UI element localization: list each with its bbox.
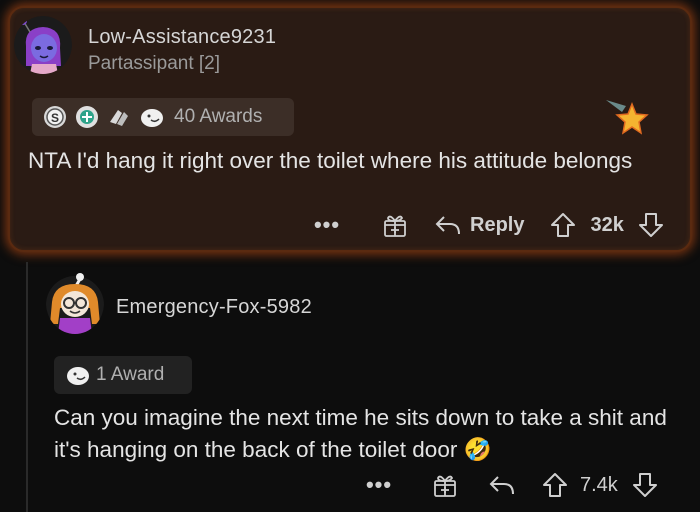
- laughing-award-icon: [64, 362, 90, 388]
- svg-text:S: S: [51, 111, 59, 125]
- user-flair: Partassipant [2]: [88, 53, 221, 74]
- wholesome-award-icon: [106, 104, 132, 130]
- comment-actions: ••• Reply 32k: [312, 212, 664, 238]
- comment-actions: ••• 7.4k: [364, 472, 658, 498]
- user-avatar[interactable]: [14, 16, 72, 74]
- downvote-arrow-icon[interactable]: [632, 472, 658, 498]
- awards-bar[interactable]: S 40 Awards: [32, 98, 294, 136]
- vote-score: 32k: [590, 213, 624, 236]
- reply-arrow-icon[interactable]: [488, 474, 516, 496]
- ellipsis-icon[interactable]: •••: [364, 474, 394, 496]
- downvote-arrow-icon[interactable]: [638, 212, 664, 238]
- awards-bar[interactable]: 1 Award: [54, 356, 192, 394]
- helpful-award-icon: [74, 104, 100, 130]
- comment-author[interactable]: Low-Assistance9231: [88, 26, 276, 49]
- top-commenter-star-icon: [604, 98, 650, 138]
- gift-icon[interactable]: [432, 472, 458, 498]
- upvote-arrow-icon[interactable]: [550, 212, 576, 238]
- reply-arrow-icon[interactable]: [434, 214, 462, 236]
- silver-award-icon: S: [42, 104, 68, 130]
- awards-count: 1 Award: [96, 364, 165, 385]
- user-avatar[interactable]: [46, 272, 104, 334]
- upvote-arrow-icon[interactable]: [542, 472, 568, 498]
- comment-body: NTA I'd hang it right over the toilet wh…: [28, 148, 633, 173]
- reply-button[interactable]: Reply: [470, 214, 524, 237]
- laughing-award-icon: [138, 104, 164, 130]
- comment-body: Can you imagine the next time he sits do…: [54, 405, 667, 462]
- vote-score: 7.4k: [580, 473, 618, 496]
- gift-icon[interactable]: [382, 212, 408, 238]
- comment-author[interactable]: Emergency-Fox-5982: [116, 296, 312, 319]
- thread-line[interactable]: [26, 262, 28, 512]
- awards-count: 40 Awards: [174, 106, 263, 127]
- ellipsis-icon[interactable]: •••: [312, 214, 342, 236]
